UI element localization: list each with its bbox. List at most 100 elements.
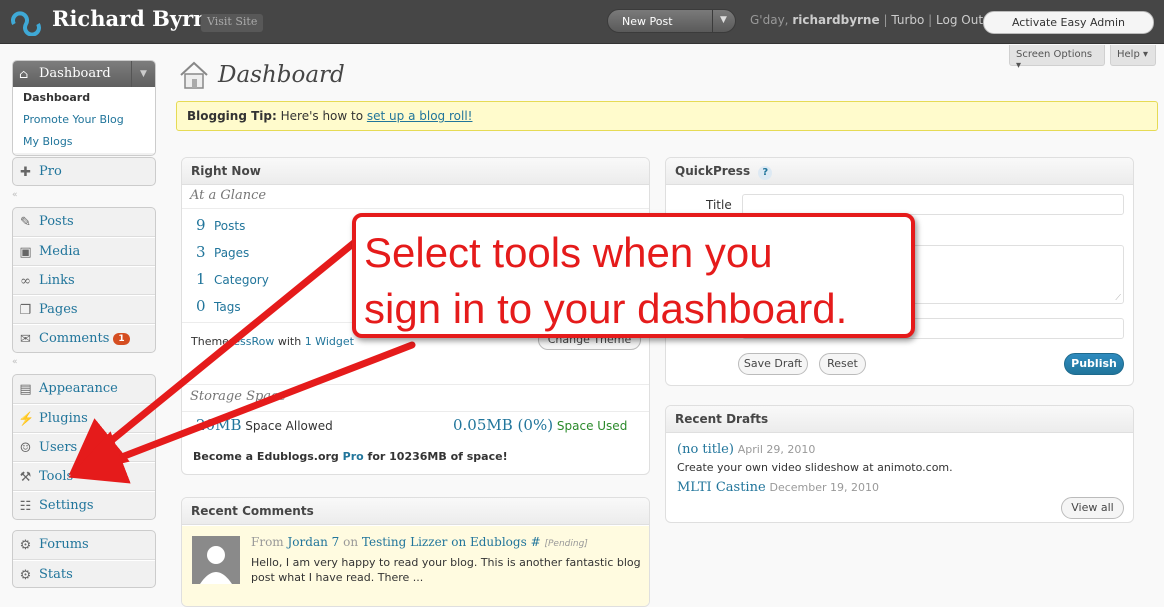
title-input[interactable] [742,194,1124,215]
pro-link[interactable]: Pro [343,450,364,463]
glance-row-posts[interactable]: 9 Posts [196,216,245,234]
pending-comment: From Jordan 7 on Testing Lizzer on Edubl… [182,526,649,606]
tools-icon: ⚒ [19,470,32,485]
glance-label[interactable]: Category [214,273,269,287]
comment-post-link[interactable]: Testing Lizzer on Edublogs [362,535,527,549]
tip-label: Blogging Tip: [187,109,277,123]
glance-label[interactable]: Pages [214,246,249,260]
help-label: Help [1117,49,1140,60]
screen-options-button[interactable]: Screen Options ▾ [1009,45,1105,71]
plus-icon: ✚ [20,165,31,180]
collapse-separator-icon[interactable]: « [12,357,18,367]
space-allowed: 20MB Space Allowed [196,416,333,434]
activate-easy-admin-button[interactable]: Activate Easy Admin [983,11,1154,34]
help-button[interactable]: Help ▾ [1110,45,1156,66]
sidebar-item-dashboard[interactable]: ⌂ Dashboard ▼ [13,61,155,87]
link-icon: ∞ [20,274,31,289]
collapse-separator-icon[interactable]: « [12,190,18,200]
sidebar-item-plugins[interactable]: ⚡ Plugins [13,404,155,433]
edublogs-logo-icon[interactable] [10,8,42,36]
comment-permalink[interactable]: # [531,535,541,549]
sidebar-item-label: Dashboard [39,66,111,81]
widget-title[interactable]: Recent Comments [182,498,649,525]
sidebar-item-label: Tools [39,469,74,484]
publish-button[interactable]: Publish [1064,353,1124,375]
save-draft-button[interactable]: Save Draft [738,353,808,375]
sidebar-item-links[interactable]: ∞ Links [13,266,155,295]
comment-meta: From Jordan 7 on Testing Lizzer on Edubl… [251,535,588,549]
comment-author-link[interactable]: Jordan 7 [288,535,340,549]
sidebar-item-pro[interactable]: ✚ Pro [13,158,155,185]
widget-title[interactable]: Right Now [182,158,649,185]
sidebar-item-label: Appearance [39,381,118,396]
submenu-promote-your-blog[interactable]: Promote Your Blog [13,109,155,131]
help-icon[interactable]: ? [758,166,773,180]
comment-count-badge: 1 [113,333,130,345]
new-post-label[interactable]: New Post [622,15,673,28]
theme-prefix: Theme [191,335,229,348]
glance-label[interactable]: Tags [214,300,241,314]
widget-title[interactable]: Recent Drafts [666,406,1133,433]
new-post-dropdown[interactable]: New Post ▼ [607,9,736,33]
logout-link[interactable]: Log Out [936,13,983,27]
draft-item: (no title) April 29, 2010 [677,442,815,457]
sidebar-item-label: Links [39,273,75,288]
widgets-link[interactable]: 1 Widget [305,335,354,348]
count[interactable]: 3 [196,243,214,261]
sidebar-item-comments[interactable]: ✉ Comments 1 [13,324,155,352]
username-link[interactable]: richardbyrne [792,13,879,27]
sidebar-item-media[interactable]: ▣ Media [13,237,155,266]
sidebar-item-forums[interactable]: ⚙ Forums [13,531,155,560]
separator: | [928,13,933,27]
sidebar-item-tools[interactable]: ⚒ Tools [13,462,155,491]
theme-link[interactable]: ressRow [229,335,274,348]
sidebar-item-posts[interactable]: ✎ Posts [13,208,155,237]
recent-comments-widget: Recent Comments From Jordan 7 on Testing… [181,497,650,607]
sidebar-item-settings[interactable]: ☷ Settings [13,491,155,519]
glance-label[interactable]: Posts [214,219,245,233]
submenu-my-blogs[interactable]: My Blogs [13,131,155,153]
callout-line-1: Select tools when you [364,229,773,276]
chevron-down-icon[interactable]: ▼ [720,15,727,25]
count[interactable]: 1 [196,270,214,288]
sidebar-item-label: Media [39,244,81,259]
page-title: Dashboard [218,62,345,88]
sidebar-item-appearance[interactable]: ▤ Appearance [13,375,155,404]
greeting: G'day, [750,13,789,27]
from-label: From [251,535,284,549]
draft-date: December 19, 2010 [769,481,879,494]
turbo-link[interactable]: Turbo [891,13,924,27]
sidebar-item-label: Users [39,440,78,455]
view-all-button[interactable]: View all [1061,497,1124,519]
submenu-dashboard[interactable]: Dashboard [13,87,155,109]
draft-item: MLTI Castine December 19, 2010 [677,480,879,495]
sidebar-item-label: Comments [39,331,110,346]
visit-site-button[interactable]: Visit Site [201,14,264,32]
count[interactable]: 9 [196,216,214,234]
glance-row-pages[interactable]: 3 Pages [196,243,249,261]
chevron-down-icon[interactable]: ▼ [131,61,155,87]
content-menu: ✎ Posts ▣ Media ∞ Links ❐ Pages ✉ Comments 1 [12,207,156,353]
storage-heading: Storage Space [190,389,287,404]
widget-title[interactable]: QuickPress ? [666,158,1133,185]
sidebar-item-users[interactable]: ☺ Users [13,433,155,462]
plug-icon: ⚡ [18,412,35,427]
gear-icon: ⚙ [19,538,32,553]
resize-handle-icon[interactable]: ⟋ [1115,293,1121,303]
tip-link[interactable]: set up a blog roll! [367,109,473,123]
site-title[interactable]: Richard Byrne [52,6,222,31]
title-label: Title [706,198,732,212]
draft-title-link[interactable]: (no title) [677,442,734,457]
admin-header: Richard Byrne Visit Site New Post ▼ G'da… [0,0,1164,44]
count[interactable]: 0 [196,297,214,315]
extra-menu: ⚙ Forums ⚙ Stats [12,530,156,588]
sidebar-item-stats[interactable]: ⚙ Stats [13,560,155,587]
sidebar-item-label: Stats [39,567,73,582]
draft-title-link[interactable]: MLTI Castine [677,480,766,495]
sidebar-item-pages[interactable]: ❐ Pages [13,295,155,324]
glance-row-tags[interactable]: 0 Tags [196,297,241,315]
at-a-glance-heading: At a Glance [182,185,649,209]
annotation-callout: Select tools when you sign in to your da… [352,213,915,338]
reset-button[interactable]: Reset [819,353,866,375]
glance-row-category[interactable]: 1 Category [196,270,269,288]
